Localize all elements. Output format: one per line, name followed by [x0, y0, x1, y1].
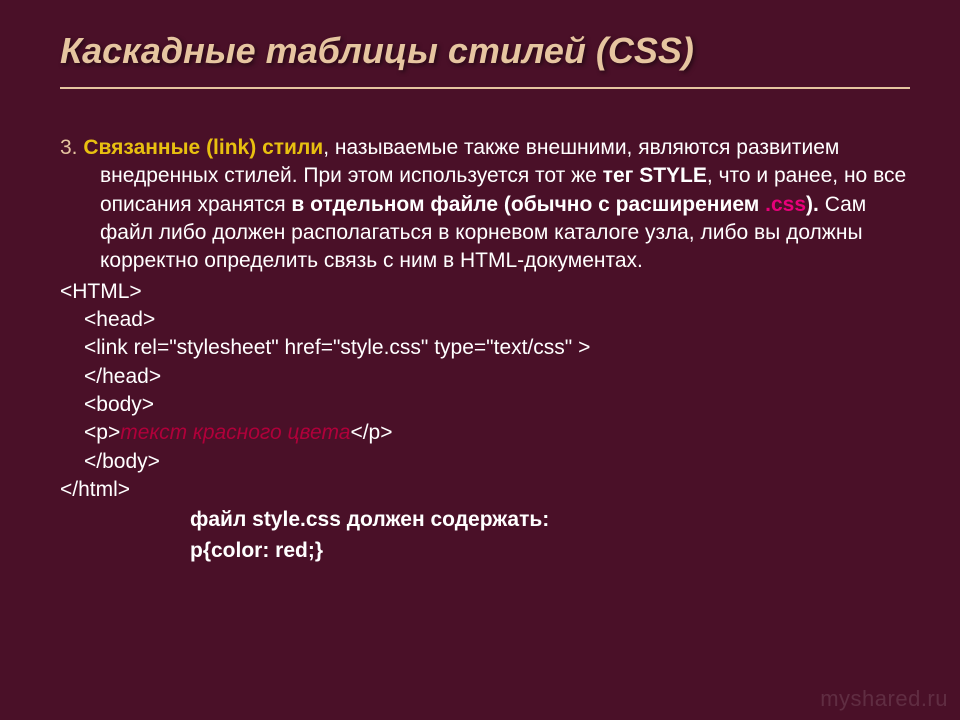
code-example: <HTML> <head> <link rel="stylesheet" hre…: [60, 278, 910, 505]
bold-term: тег STYLE: [603, 164, 707, 187]
code-line: </head>: [60, 363, 910, 391]
slide-title: Каскадные таблицы стилей (CSS): [60, 30, 910, 72]
footer-note: файл style.css должен содержать:: [60, 506, 910, 534]
highlight-term: Связанные (link) стили: [83, 136, 323, 159]
code-line: <link rel="stylesheet" href="style.css" …: [60, 334, 910, 362]
footer-code: p{color: red;}: [60, 537, 910, 565]
code-line: <head>: [60, 306, 910, 334]
code-line: <HTML>: [60, 278, 910, 306]
bold-red-term: .css: [765, 193, 806, 216]
code-line: <body>: [60, 391, 910, 419]
code-tag: </p>: [350, 421, 392, 444]
watermark: myshared.ru: [820, 686, 948, 712]
bold-term: в отдельном файле (обычно с расширением: [291, 193, 765, 216]
code-italic-text: текст красного цвета: [120, 421, 350, 444]
code-line: </body>: [60, 448, 910, 476]
title-divider: [60, 87, 910, 89]
section-number: 3.: [60, 136, 83, 159]
code-line: </html>: [60, 476, 910, 504]
code-tag: <p>: [84, 421, 120, 444]
code-line: <p>текст красного цвета</p>: [60, 419, 910, 447]
bold-term: ).: [806, 193, 825, 216]
main-content: 3. Связанные (link) стили, называемые та…: [60, 134, 910, 276]
